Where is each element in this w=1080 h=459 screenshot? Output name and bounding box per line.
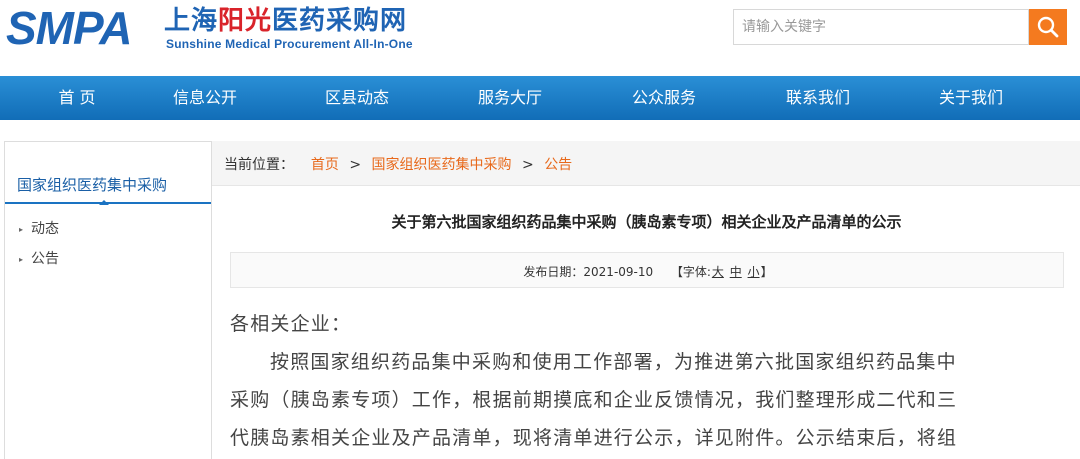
logo-smpa-text: SMPA	[6, 2, 132, 54]
breadcrumb-bar: 当前位置： 首页 > 国家组织医药集中采购 > 公告	[212, 141, 1080, 186]
nav-item-service-hall[interactable]: 服务大厅	[433, 76, 587, 120]
logo-cn-part2: 医药采购网	[272, 6, 408, 36]
article-paragraph-line: 代胰岛素相关企业及产品清单，现将清单进行公示，详见附件。公示结束后，将组	[230, 427, 958, 449]
site-header: SMPA 上海阳光医药采购网 Sunshine Medical Procurem…	[0, 0, 1080, 76]
logo-english-name: Sunshine Medical Procurement All-In-One	[166, 37, 413, 51]
logo-cn-part1: 上海	[164, 6, 219, 36]
main-content: 当前位置： 首页 > 国家组织医药集中采购 > 公告 关于第六批国家组织药品集中…	[211, 141, 1080, 459]
sidebar-title-text: 国家组织医药集中采购	[17, 176, 168, 194]
sidebar-item-announcements[interactable]: ▸ 公告	[19, 248, 59, 268]
sidebar-item-label: 公告	[31, 251, 60, 267]
main-nav: 首 页 信息公开 区县动态 服务大厅 公众服务 联系我们 关于我们	[0, 76, 1080, 120]
breadcrumb-separator: >	[349, 157, 362, 173]
search-box	[733, 9, 1029, 45]
breadcrumb-separator: >	[522, 157, 534, 173]
bullet-icon: ▸	[19, 224, 24, 234]
bullet-icon: ▸	[19, 254, 24, 264]
article-salutation: 各相关企业：	[230, 313, 352, 335]
sidebar: 国家组织医药集中采购 ▸ 动态 ▸ 公告	[4, 141, 212, 459]
logo-chinese-name: 上海阳光医药采购网	[164, 6, 407, 36]
article-title: 关于第六批国家组织药品集中采购（胰岛素专项）相关企业及产品清单的公示	[391, 213, 902, 231]
font-size-label-open: 【字体:	[670, 265, 711, 279]
logo-cn-accent: 阳光	[218, 6, 273, 36]
article-meta: 发布日期：2021-09-10 【字体:大 中 小】	[231, 263, 1065, 280]
nav-item-district-news[interactable]: 区县动态	[280, 76, 434, 120]
article-paragraph-line: 采购（胰岛素专项）工作，根据前期摸底和企业反馈情况，我们整理形成二代和三	[230, 389, 958, 411]
nav-item-about-us[interactable]: 关于我们	[894, 76, 1048, 120]
article-meta-box: 发布日期：2021-09-10 【字体:大 中 小】	[230, 252, 1064, 288]
sidebar-title-notch	[99, 200, 109, 205]
breadcrumb-link-home[interactable]: 首页	[311, 157, 339, 173]
font-size-small-button[interactable]: 小	[748, 265, 760, 279]
sidebar-item-label: 动态	[31, 221, 60, 237]
font-size-label-close: 】	[760, 265, 773, 279]
search-input[interactable]	[734, 10, 1028, 44]
nav-item-public-service[interactable]: 公众服务	[587, 76, 741, 120]
search-button[interactable]	[1029, 9, 1067, 45]
sidebar-title: 国家组织医药集中采购	[5, 142, 211, 204]
nav-item-info-disclosure[interactable]: 信息公开	[128, 76, 282, 120]
breadcrumb: 当前位置： 首页 > 国家组织医药集中采购 > 公告	[224, 154, 572, 174]
publish-date: 发布日期：2021-09-10	[523, 265, 654, 279]
sidebar-item-news[interactable]: ▸ 动态	[19, 218, 59, 238]
article-paragraph-line: 按照国家组织药品集中采购和使用工作部署，为推进第六批国家组织药品集中	[270, 351, 957, 373]
font-size-large-button[interactable]: 大	[712, 265, 724, 279]
breadcrumb-prefix: 当前位置：	[224, 157, 294, 173]
breadcrumb-link-national-procurement[interactable]: 国家组织医药集中采购	[372, 157, 512, 173]
search-icon	[1037, 16, 1059, 38]
nav-item-contact-us[interactable]: 联系我们	[741, 76, 895, 120]
font-size-medium-button[interactable]: 中	[730, 265, 742, 279]
breadcrumb-link-announcements[interactable]: 公告	[544, 157, 572, 173]
